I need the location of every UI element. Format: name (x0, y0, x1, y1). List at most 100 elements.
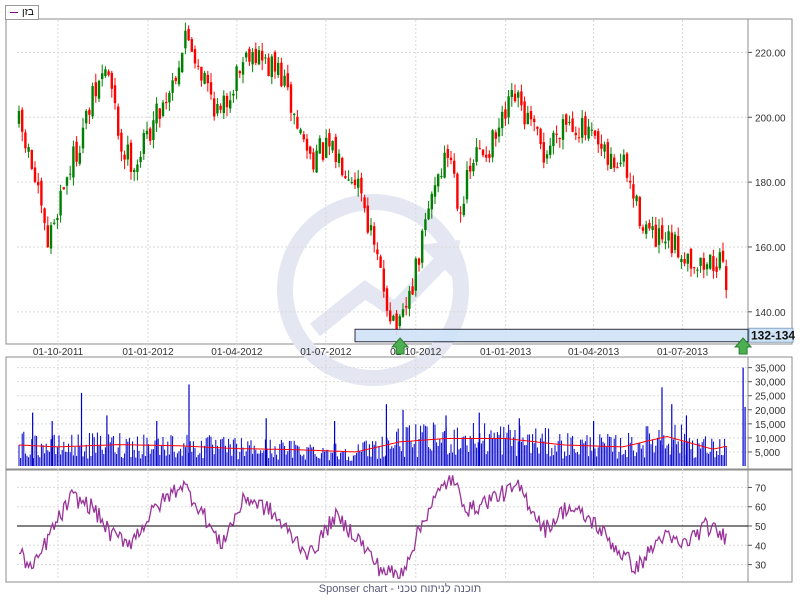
candle-body (117, 106, 120, 136)
candle-body (641, 227, 645, 231)
candle-body (56, 218, 59, 221)
candle-body (462, 203, 465, 216)
candle-body (261, 50, 264, 61)
candle-body (651, 226, 654, 231)
price-x-tick-label: 01-01-2013 (480, 347, 532, 358)
candle-body (577, 137, 581, 139)
candle-body (49, 225, 53, 249)
candle-body (523, 101, 526, 125)
candle-body (165, 101, 168, 104)
candle-body (69, 173, 72, 175)
candle-body (664, 241, 667, 244)
candle-body (561, 119, 565, 140)
candle-body (40, 180, 43, 206)
candle-body (312, 152, 315, 170)
candle-body (174, 77, 177, 81)
candle-body (277, 62, 280, 76)
candle-body (21, 109, 24, 132)
candle-body (235, 66, 238, 91)
candle-body (619, 162, 622, 164)
candle-body (209, 82, 213, 95)
candle-body (213, 98, 216, 117)
volume-y-tick-label: 30,000 (755, 378, 786, 389)
price-x-tick-label: 01-04-2012 (211, 347, 263, 358)
candle-body (75, 141, 78, 162)
candle-body (584, 116, 587, 136)
candle-body (184, 30, 187, 49)
candle-body (401, 309, 405, 317)
price-y-tick-label: 160.00 (755, 243, 786, 254)
candle-body (683, 258, 686, 264)
candle-body (414, 258, 417, 291)
candle-body (725, 266, 728, 291)
candle-body (181, 52, 184, 73)
price-y-tick-label: 220.00 (755, 48, 786, 59)
candle-body (555, 133, 558, 135)
candle-body (613, 157, 616, 168)
candle-body (504, 109, 507, 119)
candle-body (37, 181, 40, 186)
candle-body (350, 182, 353, 184)
candle-body (689, 248, 693, 269)
volume-y-tick-label: 25,000 (755, 392, 786, 403)
candle-body (241, 62, 245, 75)
candle-body (296, 116, 299, 129)
candle-body (472, 163, 475, 172)
candle-body (299, 129, 302, 134)
candle-body (616, 167, 619, 169)
candle-body (405, 305, 408, 308)
candle-body (440, 176, 443, 178)
candle-body (321, 142, 325, 160)
candle-body (545, 154, 549, 159)
candle-body (206, 74, 209, 84)
candle-body (424, 219, 427, 231)
candle-body (718, 252, 721, 269)
candle-body (270, 56, 273, 78)
candle-body (398, 316, 401, 327)
candle-body (65, 177, 69, 186)
candle-body (529, 111, 533, 120)
candle-body (369, 225, 373, 231)
candle-body (248, 48, 251, 62)
candle-body (315, 150, 318, 173)
candle-body (677, 236, 680, 258)
candle-body (533, 118, 536, 123)
candle-body (328, 133, 331, 147)
candle-body (709, 254, 712, 269)
candle-body (33, 167, 37, 182)
candle-body (360, 177, 363, 194)
candle-body (129, 142, 133, 172)
candle-body (469, 165, 472, 172)
candle-body (309, 146, 312, 154)
rsi-y-tick-label: 30 (755, 561, 767, 572)
candle-body (238, 71, 241, 74)
candle-body (193, 49, 197, 64)
candle-body (337, 153, 341, 164)
candle-body (686, 253, 689, 264)
candle-body (721, 250, 725, 262)
candle-body (430, 193, 433, 210)
candle-body (190, 39, 193, 52)
candle-body (344, 176, 347, 179)
candle-body (347, 179, 350, 181)
price-x-tick-label: 01-07-2013 (657, 347, 709, 358)
candle-body (699, 257, 702, 266)
candle-body (609, 153, 613, 169)
candle-body (507, 96, 510, 118)
rsi-y-tick-label: 70 (755, 483, 767, 494)
candle-body (385, 288, 389, 311)
candle-body (216, 103, 219, 114)
candle-body (123, 154, 126, 160)
candle-body (293, 113, 296, 115)
candle-body (696, 269, 699, 271)
volume-y-tick-label: 20,000 (755, 406, 786, 417)
candle-body (590, 129, 593, 131)
candle-body (638, 196, 641, 227)
candle-body (203, 72, 206, 84)
candle-body (325, 137, 328, 158)
candle-body (657, 228, 661, 245)
candle-body (485, 154, 488, 158)
candle-body (53, 222, 56, 224)
candle-body (574, 132, 577, 136)
candle-body (101, 73, 104, 80)
